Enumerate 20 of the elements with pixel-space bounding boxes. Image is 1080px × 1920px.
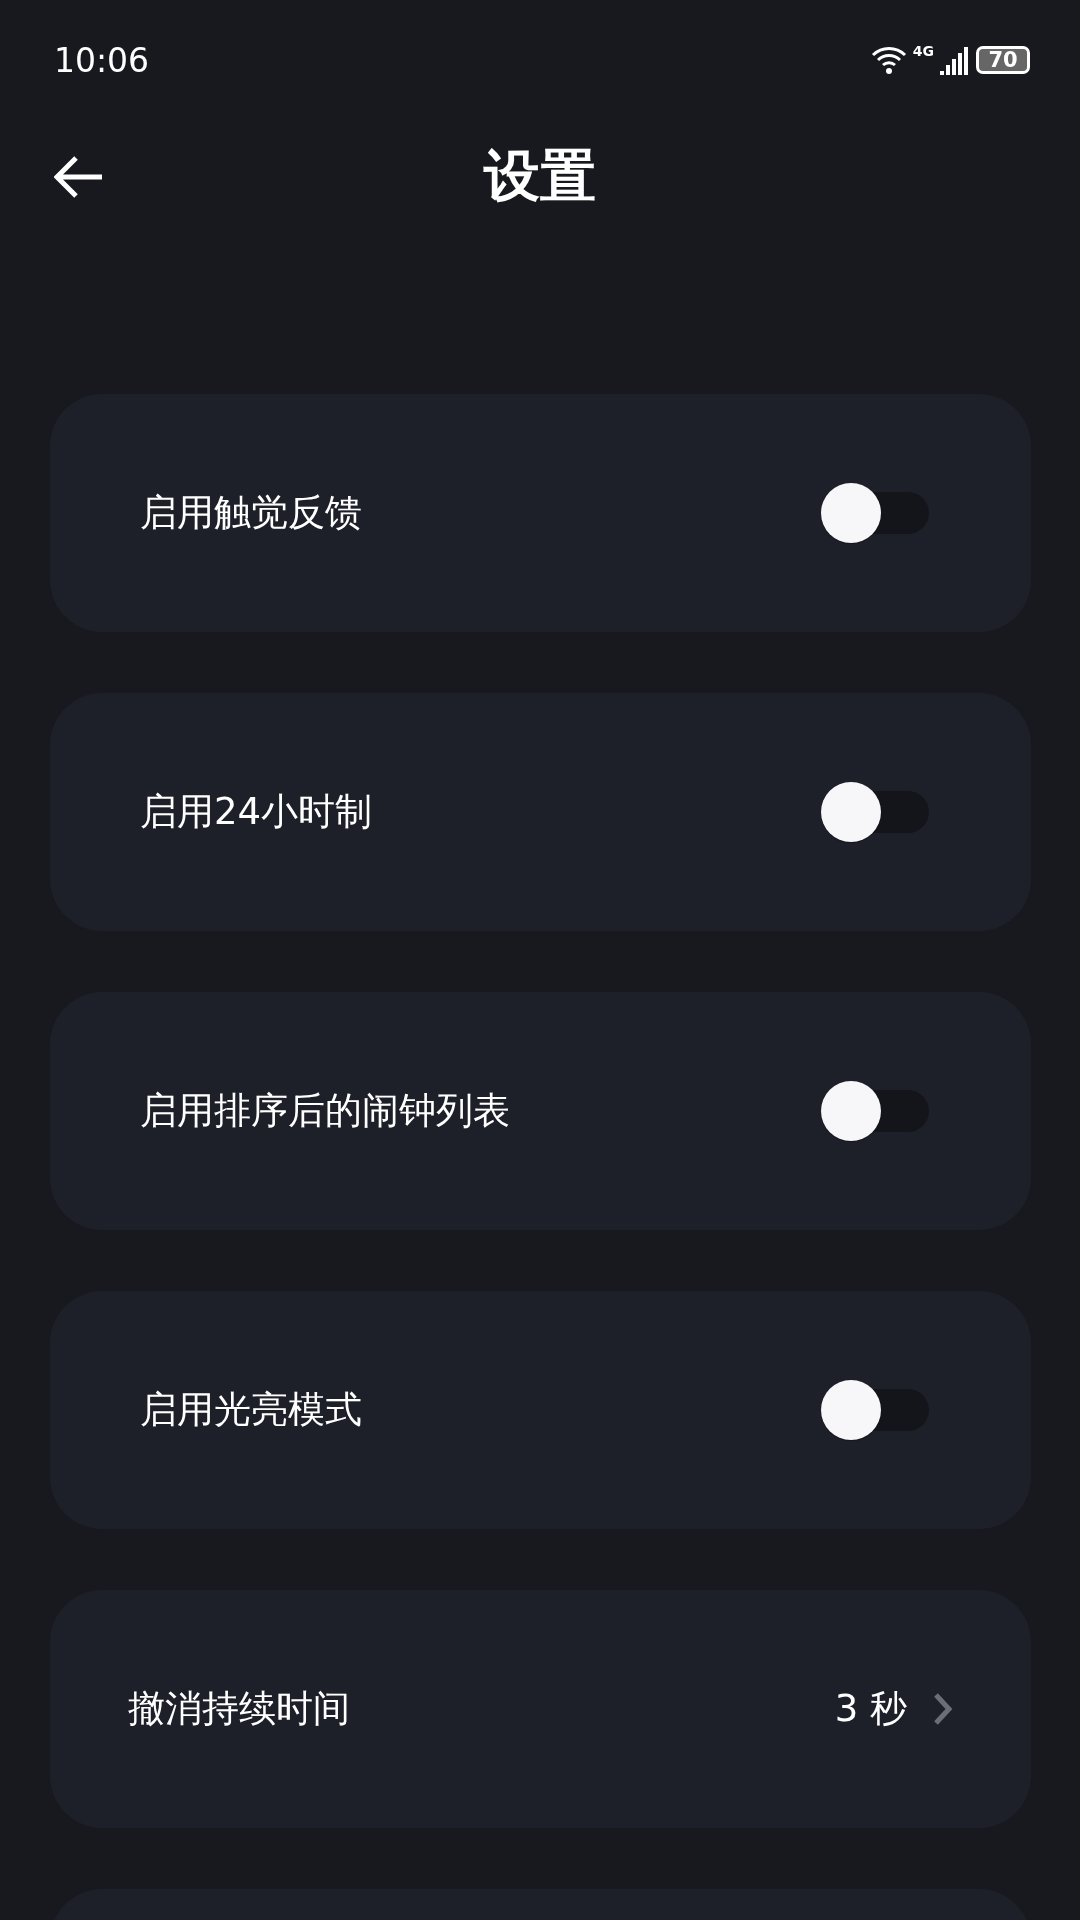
chevron-right-icon bbox=[933, 1692, 953, 1726]
back-arrow-icon bbox=[54, 155, 104, 199]
network-type: 4G bbox=[912, 43, 934, 59]
setting-card[interactable]: 撤消持续时间 3 秒 bbox=[50, 1590, 1031, 1828]
toggle-switch[interactable] bbox=[821, 1080, 931, 1142]
setting-label: 启用排序后的闹钟列表 bbox=[140, 1088, 510, 1134]
signal-icon bbox=[940, 45, 970, 75]
setting-label: 启用光亮模式 bbox=[140, 1387, 362, 1433]
wifi-icon bbox=[870, 45, 907, 75]
status-time: 10:06 bbox=[54, 40, 150, 80]
setting-label: 撤消持续时间 bbox=[128, 1686, 350, 1732]
battery-icon: 70 bbox=[976, 46, 1030, 74]
toggle-switch[interactable] bbox=[821, 781, 931, 843]
toggle-switch[interactable] bbox=[821, 1379, 931, 1441]
page-title: 设置 bbox=[484, 142, 596, 210]
back-button[interactable] bbox=[54, 155, 104, 199]
toggle-switch[interactable] bbox=[821, 482, 931, 544]
setting-label: 启用触觉反馈 bbox=[140, 490, 362, 536]
setting-label: 启用24小时制 bbox=[140, 789, 373, 835]
setting-value[interactable]: 3 秒 bbox=[834, 1684, 953, 1734]
